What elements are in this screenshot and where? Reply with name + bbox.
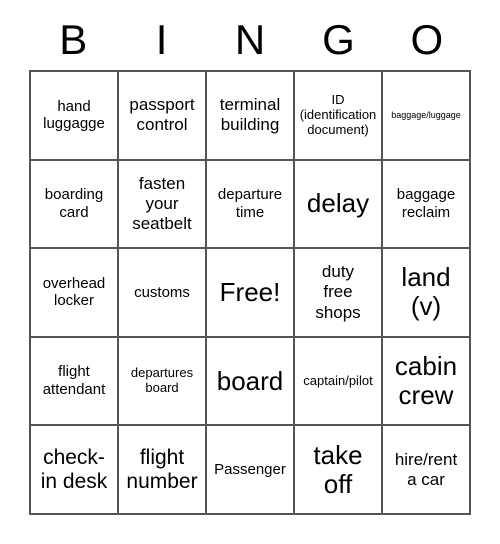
bingo-cell-g3[interactable]: duty free shops: [295, 249, 383, 338]
bingo-cell-label: fasten your seatbelt: [132, 173, 192, 233]
bingo-header-letter-o: O: [410, 16, 444, 63]
bingo-header-letter-n: N: [234, 16, 266, 63]
bingo-cell-b4[interactable]: flight attendant: [31, 337, 119, 427]
bingo-cell-label: duty free shops: [315, 262, 361, 322]
bingo-cell-i5[interactable]: flight number: [119, 426, 207, 515]
bingo-cell-g5[interactable]: take off: [295, 426, 383, 515]
bingo-cell-g2[interactable]: delay: [295, 160, 383, 250]
bingo-cell-label: flight attendant: [42, 363, 106, 399]
bingo-cell-label: departure time: [217, 186, 283, 221]
bingo-cell-label: check- in desk: [40, 445, 108, 493]
bingo-cell-label: overhead locker: [42, 274, 106, 310]
bingo-cell-n2[interactable]: departure time: [207, 160, 295, 250]
bingo-cell-n4[interactable]: board: [207, 337, 295, 427]
bingo-cell-b3[interactable]: overhead locker: [31, 249, 119, 338]
bingo-cell-label: captain/pilot: [303, 372, 373, 388]
bingo-header-letter-b: B: [59, 16, 88, 63]
bingo-cell-label: departures board: [130, 365, 194, 396]
bingo-header-letter-i: I: [155, 16, 168, 63]
bingo-cell-label: Free!: [219, 276, 281, 307]
bingo-cell-i4[interactable]: departures board: [119, 337, 207, 427]
bingo-cell-b5[interactable]: check- in desk: [31, 426, 119, 515]
bingo-grid: hand luggagge passport control terminal …: [29, 70, 471, 515]
bingo-cell-label: board: [216, 365, 284, 396]
bingo-cell-n5[interactable]: Passenger: [207, 426, 295, 515]
bingo-cell-o3[interactable]: land (v): [383, 249, 471, 338]
bingo-cell-o2[interactable]: baggage reclaim: [383, 160, 471, 250]
bingo-card: B I N G O hand luggagge passport control…: [0, 0, 500, 544]
bingo-cell-label: customs: [134, 283, 190, 301]
bingo-cell-label: land (v): [401, 262, 451, 322]
bingo-cell-i3[interactable]: customs: [119, 249, 207, 338]
bingo-cell-label: cabin crew: [394, 350, 458, 411]
bingo-cell-label: terminal building: [219, 95, 281, 135]
bingo-cell-free[interactable]: Free!: [207, 249, 295, 338]
bingo-cell-n1[interactable]: terminal building: [207, 72, 295, 161]
bingo-cell-label: hand luggagge: [43, 97, 105, 133]
bingo-cell-o4[interactable]: cabin crew: [383, 337, 471, 427]
bingo-cell-label: take off: [313, 439, 363, 499]
bingo-cell-label: baggage/luggage: [391, 110, 461, 121]
bingo-cell-i1[interactable]: passport control: [119, 72, 207, 161]
bingo-cell-label: Passenger: [214, 460, 286, 478]
bingo-cell-label: baggage reclaim: [396, 186, 456, 221]
bingo-cell-label: delay: [306, 188, 370, 219]
bingo-cell-i2[interactable]: fasten your seatbelt: [119, 160, 207, 250]
bingo-cell-g4[interactable]: captain/pilot: [295, 337, 383, 427]
bingo-cell-label: boarding card: [44, 186, 104, 221]
bingo-cell-g1[interactable]: ID (identification document): [295, 72, 383, 161]
bingo-cell-label: ID (identification document): [299, 91, 377, 137]
bingo-cell-o1[interactable]: baggage/luggage: [383, 72, 471, 161]
bingo-cell-b2[interactable]: boarding card: [31, 160, 119, 250]
bingo-header-letter-g: G: [322, 16, 355, 63]
bingo-cell-b1[interactable]: hand luggagge: [31, 72, 119, 161]
bingo-cell-o5[interactable]: hire/rent a car: [383, 426, 471, 515]
bingo-cell-label: hire/rent a car: [394, 449, 458, 489]
bingo-header: B I N G O: [29, 12, 471, 68]
bingo-cell-label: flight number: [126, 445, 198, 493]
bingo-cell-label: passport control: [129, 95, 195, 135]
